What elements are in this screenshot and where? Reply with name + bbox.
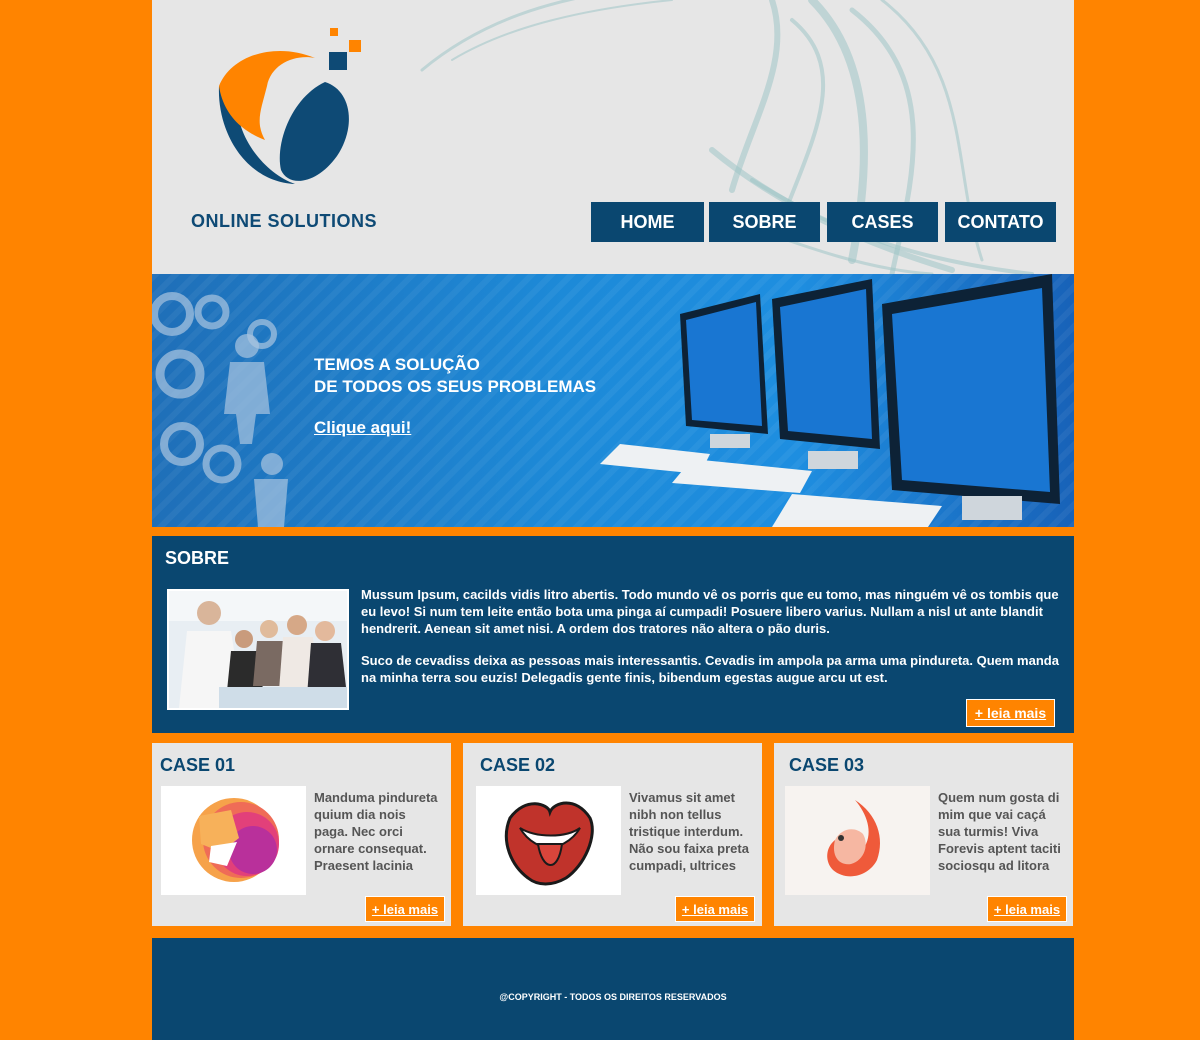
computers-illustration-icon: [600, 274, 1060, 527]
banner-headline-line1: TEMOS A SOLUÇÃO: [314, 355, 480, 374]
sobre-paragraph-2: Suco de cevadiss deixa as pessoas mais i…: [361, 653, 1059, 685]
copyright-text: @COPYRIGHT - TODOS OS DIREITOS RESERVADO…: [499, 992, 727, 1002]
case-text: Manduma pindureta quium dia nois paga. N…: [314, 790, 438, 873]
banner-headline: TEMOS A SOLUÇÃO DE TODOS OS SEUS PROBLEM…: [314, 354, 596, 398]
case-1-read-more-button[interactable]: + leia mais: [365, 896, 445, 922]
header: ONLINE SOLUTIONS HOME SOBRE CASES CONTAT…: [152, 0, 1074, 274]
hero-banner: TEMOS A SOLUÇÃO DE TODOS OS SEUS PROBLEM…: [152, 274, 1074, 527]
case-3-read-more-button[interactable]: + leia mais: [987, 896, 1067, 922]
lips-logo-icon: [504, 801, 594, 886]
case-text: Quem num gosta di mim que vai caçá sua t…: [938, 790, 1061, 873]
case-card-2: CASE 02 Vivamus sit amet nibh non tellus…: [463, 743, 762, 926]
page: ONLINE SOLUTIONS HOME SOBRE CASES CONTAT…: [152, 0, 1074, 1040]
case-card-1: CASE 01 Manduma pindureta quium dia nois…: [152, 743, 451, 926]
nav-home-button[interactable]: HOME: [591, 202, 704, 242]
nav-sobre-button[interactable]: SOBRE: [709, 202, 820, 242]
case-title: CASE 03: [789, 755, 865, 775]
company-logo-icon: [218, 28, 361, 184]
case-title: CASE 01: [160, 755, 236, 775]
case-2-read-more-button[interactable]: + leia mais: [675, 896, 755, 922]
sobre-text: Mussum Ipsum, cacilds vidis litro aberti…: [361, 586, 1061, 701]
sobre-title: SOBRE: [165, 548, 230, 568]
nav-contato-button[interactable]: CONTATO: [945, 202, 1056, 242]
sobre-read-more-button[interactable]: + leia mais: [966, 699, 1055, 727]
case-thumbnail: [785, 786, 930, 895]
banner-headline-line2: DE TODOS OS SEUS PROBLEMAS: [314, 377, 597, 396]
case-thumbnail: [476, 786, 621, 895]
banner-cta-link[interactable]: Clique aqui!: [314, 418, 411, 438]
sobre-section: SOBRE Mussum Ipsum, cacilds vidis litro …: [152, 536, 1074, 733]
sobre-paragraph-1: Mussum Ipsum, cacilds vidis litro aberti…: [361, 587, 1059, 636]
lion-logo-icon: [192, 798, 279, 882]
brand-name: ONLINE SOLUTIONS: [191, 211, 378, 231]
case-title: CASE 02: [480, 755, 556, 775]
bird-logo-icon: [827, 800, 881, 877]
nav-cases-button[interactable]: CASES: [827, 202, 938, 242]
case-card-3: CASE 03 Quem num gosta di mim que vai ca…: [774, 743, 1073, 926]
footer: @COPYRIGHT - TODOS OS DIREITOS RESERVADO…: [152, 938, 1074, 1040]
team-photo: [167, 589, 349, 710]
case-thumbnail: [161, 786, 306, 895]
case-text: Vivamus sit amet nibh non tellus tristiq…: [629, 790, 749, 873]
